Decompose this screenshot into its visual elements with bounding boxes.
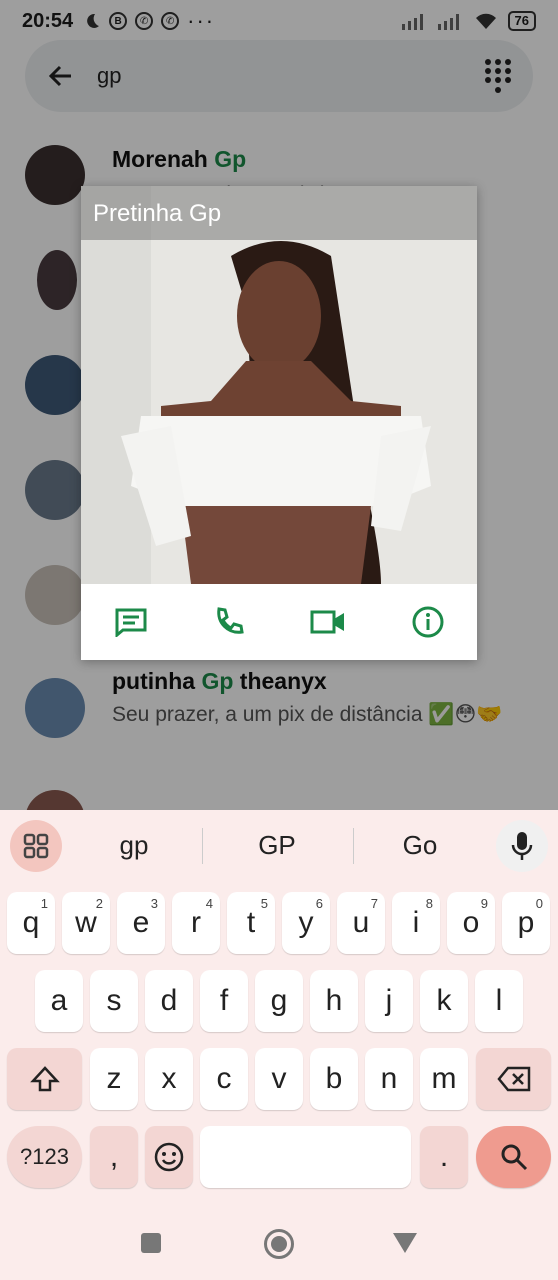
key-m[interactable]: m [420,1048,468,1110]
key-y[interactable]: y6 [282,892,330,954]
profile-photo[interactable] [81,186,477,584]
voice-input-button[interactable] [496,820,548,872]
keyboard: gp GP Go q1 w2 e3 r4 t5 y6 u7 i8 o9 p0 a… [0,810,558,1200]
divider [202,828,203,864]
key-s[interactable]: s [90,970,138,1032]
back-button[interactable] [393,1233,417,1253]
navigation-bar [0,1200,558,1280]
emoji-key[interactable] [145,1126,193,1188]
apps-grid-button[interactable] [10,820,62,872]
key-p[interactable]: p0 [502,892,550,954]
video-icon[interactable] [310,609,346,635]
key-r[interactable]: r4 [172,892,220,954]
key-b[interactable]: b [310,1048,358,1110]
key-v[interactable]: v [255,1048,303,1110]
popup-title: Pretinha Gp [81,186,477,240]
recents-button[interactable] [141,1233,161,1253]
info-icon[interactable] [411,605,445,639]
key-a[interactable]: a [35,970,83,1032]
grid-icon [23,833,49,859]
suggestion[interactable]: Go [360,830,480,861]
home-button[interactable] [264,1229,294,1259]
suggestion[interactable]: GP [217,830,337,861]
shift-icon [29,1066,60,1092]
key-x[interactable]: x [145,1048,193,1110]
period-key[interactable]: . [420,1126,468,1188]
key-z[interactable]: z [90,1048,138,1110]
comma-key[interactable]: , [90,1126,138,1188]
search-icon [501,1144,527,1171]
shift-key[interactable] [7,1048,82,1110]
emoji-icon [154,1142,184,1172]
message-icon[interactable] [114,607,148,637]
divider [353,828,354,864]
key-j[interactable]: j [365,970,413,1032]
popup-actions [81,584,477,660]
key-n[interactable]: n [365,1048,413,1110]
search-key[interactable] [476,1126,551,1188]
profile-photo-illustration [81,186,477,584]
key-i[interactable]: i8 [392,892,440,954]
key-h[interactable]: h [310,970,358,1032]
backspace-icon [496,1066,530,1092]
symbols-key[interactable]: ?123 [7,1126,82,1188]
key-f[interactable]: f [200,970,248,1032]
suggestion[interactable]: gp [74,830,194,861]
key-t[interactable]: t5 [227,892,275,954]
mic-icon [511,832,533,860]
key-w[interactable]: w2 [62,892,110,954]
profile-popup: Pretinha Gp [81,186,477,660]
suggestion-strip: gp GP Go [0,810,558,884]
backspace-key[interactable] [476,1048,551,1110]
key-q[interactable]: q1 [7,892,55,954]
phone-icon[interactable] [213,606,245,638]
key-k[interactable]: k [420,970,468,1032]
key-e[interactable]: e3 [117,892,165,954]
key-o[interactable]: o9 [447,892,495,954]
key-u[interactable]: u7 [337,892,385,954]
key-g[interactable]: g [255,970,303,1032]
key-c[interactable]: c [200,1048,248,1110]
key-l[interactable]: l [475,970,523,1032]
key-d[interactable]: d [145,970,193,1032]
spacebar[interactable] [200,1126,411,1188]
